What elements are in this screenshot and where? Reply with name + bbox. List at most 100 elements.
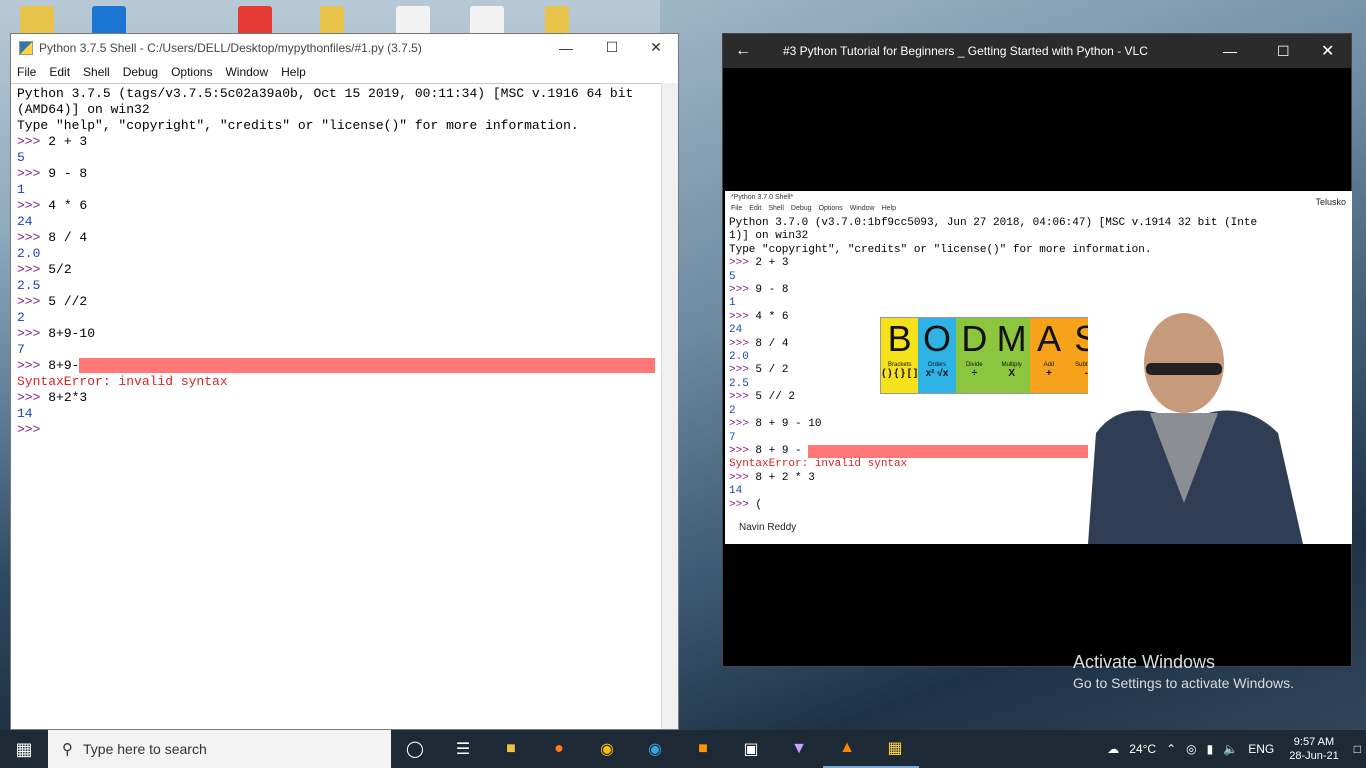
video-banner: Python 3.7.0 (v3.7.0:1bf9cc5093, Jun 27 … <box>729 217 1258 229</box>
network-icon[interactable]: ◎ <box>1186 742 1196 756</box>
video-command: 8 + 2 * 3 <box>755 471 815 484</box>
video-output: 2.0 <box>729 351 749 364</box>
prompt: >>> <box>729 471 749 484</box>
speaker-icon[interactable]: 🔈 <box>1223 742 1238 756</box>
shell-command: 8+2*3 <box>48 390 88 405</box>
minimize-button[interactable]: — <box>1223 43 1237 59</box>
menu-item[interactable]: Options <box>171 65 212 79</box>
video-menu-item: Debug <box>790 205 812 212</box>
video-menu-item: Shell <box>768 205 784 212</box>
windows-start-icon[interactable]: ▦ <box>0 730 48 768</box>
cortana-icon[interactable]: ◯ <box>391 730 439 768</box>
video-output: 2.5 <box>729 377 749 390</box>
prompt: >>> <box>729 444 749 457</box>
shell-banner: (AMD64)] on win32 <box>17 102 150 117</box>
sublime-text-icon[interactable]: ■ <box>679 730 727 768</box>
idle-shell-window[interactable]: Python 3.7.5 Shell - C:/Users/DELL/Deskt… <box>10 33 679 730</box>
notification-icon[interactable]: □10 <box>1354 742 1361 756</box>
error-highlight <box>79 358 656 373</box>
bodmas-symbol: ÷ <box>971 368 978 379</box>
menu-item[interactable]: Help <box>281 65 306 79</box>
folder-icon[interactable] <box>545 6 569 36</box>
folder-icon[interactable] <box>320 6 344 36</box>
bodmas-letter: A <box>1036 318 1061 359</box>
menu-item[interactable]: File <box>17 65 36 79</box>
search-placeholder: Type here to search <box>83 741 207 757</box>
folder-icon[interactable] <box>20 6 54 36</box>
title-bar[interactable]: ← #3 Python Tutorial for Beginners _ Get… <box>723 34 1351 68</box>
shell-command: 9 - 8 <box>48 166 88 181</box>
terminal-icon[interactable]: ▣ <box>727 730 775 768</box>
minimize-button[interactable]: — <box>543 34 589 61</box>
python-icon <box>19 40 33 55</box>
prompt: >>> <box>17 390 41 405</box>
shell-output: 2.5 <box>17 278 41 293</box>
back-arrow-icon[interactable]: ← <box>723 42 763 60</box>
shell-output: 5 <box>17 150 25 165</box>
prompt: >>> <box>729 257 749 270</box>
shell-text-area[interactable]: Python 3.7.5 (tags/v3.7.5:5c02a39a0b, Oc… <box>11 83 663 729</box>
language-indicator[interactable]: ENG <box>1248 742 1274 756</box>
shell-command: 8+9-10 <box>48 326 96 341</box>
maximize-button[interactable]: ☐ <box>1277 43 1290 60</box>
video-command: 8 / 4 <box>755 337 789 350</box>
downloader-icon[interactable]: ▼ <box>775 730 823 768</box>
video-frame[interactable]: *Python 3.7.0 Shell* Telusko File Edit She… <box>725 191 1352 544</box>
prompt: >>> <box>17 262 41 277</box>
chrome-icon[interactable]: ◉ <box>583 730 631 768</box>
prompt: >>> <box>17 294 41 309</box>
teamviewer-icon[interactable] <box>92 6 126 36</box>
prompt: >>> <box>729 284 749 297</box>
video-command: 5 // 2 <box>755 391 796 404</box>
prompt: >>> <box>17 134 41 149</box>
document-icon[interactable] <box>396 6 430 36</box>
search-box[interactable]: ⚲ Type here to search <box>48 730 391 768</box>
telusko-logo: Telusko <box>1315 197 1346 207</box>
maximize-button[interactable]: ☐ <box>589 34 635 61</box>
video-menu-bar: File Edit Shell Debug Options Window Help <box>725 205 1352 217</box>
video-output: 24 <box>729 324 743 337</box>
task-view-icon[interactable]: ☰ <box>439 730 487 768</box>
video-command: 4 * 6 <box>755 310 789 323</box>
document-icon[interactable] <box>470 6 504 36</box>
firefox-icon[interactable]: ● <box>535 730 583 768</box>
menu-item[interactable]: Edit <box>49 65 70 79</box>
watermark-title: Activate Windows <box>1073 652 1216 672</box>
clock[interactable]: 9:57 AM 28-Jun-21 <box>1289 735 1339 763</box>
vlc-icon[interactable]: ▲ <box>823 730 871 768</box>
vlc-window[interactable]: ← #3 Python Tutorial for Beginners _ Get… <box>722 33 1352 667</box>
anydesk-icon[interactable] <box>238 6 272 36</box>
bodmas-symbol: X <box>1008 368 1015 379</box>
vertical-scrollbar[interactable] <box>661 83 678 729</box>
video-menu-item: Help <box>881 205 896 212</box>
file-explorer-icon[interactable]: ■ <box>487 730 535 768</box>
video-output: 7 <box>729 431 736 444</box>
video-shell-title: *Python 3.7.0 Shell* <box>731 194 794 201</box>
window-title: Python 3.7.5 Shell - C:/Users/DELL/Deskt… <box>39 40 422 55</box>
bodmas-graphic: B Brackets( ) { } [ ] O Orders x² √x D Divide ÷… <box>880 317 1106 394</box>
edge-icon[interactable]: ◉ <box>631 730 679 768</box>
battery-icon[interactable]: ▮ <box>1207 742 1214 756</box>
weather-temp[interactable]: 24°C <box>1129 742 1156 756</box>
prompt: >>> <box>17 422 41 437</box>
video-command: 9 - 8 <box>755 284 789 297</box>
video-error: SyntaxError: invalid syntax <box>729 458 908 471</box>
video-command: 2 + 3 <box>755 257 789 270</box>
clock-date: 28-Jun-21 <box>1289 750 1339 762</box>
menu-item[interactable]: Shell <box>83 65 110 79</box>
shell-command: 8 / 4 <box>48 230 88 245</box>
close-button[interactable]: ✕ <box>1321 41 1334 61</box>
bodmas-cell: A Add + <box>1030 318 1068 393</box>
bodmas-cell: B Brackets( ) { } [ ] <box>881 318 919 393</box>
shell-output: 1 <box>17 182 25 197</box>
close-button[interactable]: ✕ <box>633 34 679 61</box>
menu-item[interactable]: Window <box>225 65 268 79</box>
menu-item[interactable]: Debug <box>123 65 158 79</box>
video-output: 2 <box>729 404 736 417</box>
python-idle-icon[interactable]: ▦ <box>871 730 919 768</box>
shell-command: 8+9- <box>48 358 80 373</box>
weather-icon[interactable]: ☁ <box>1107 742 1119 756</box>
prompt: >>> <box>17 358 41 373</box>
chevron-up-icon[interactable]: ⌃ <box>1166 742 1176 756</box>
shell-banner: Python 3.7.5 (tags/v3.7.5:5c02a39a0b, Oc… <box>17 86 634 101</box>
